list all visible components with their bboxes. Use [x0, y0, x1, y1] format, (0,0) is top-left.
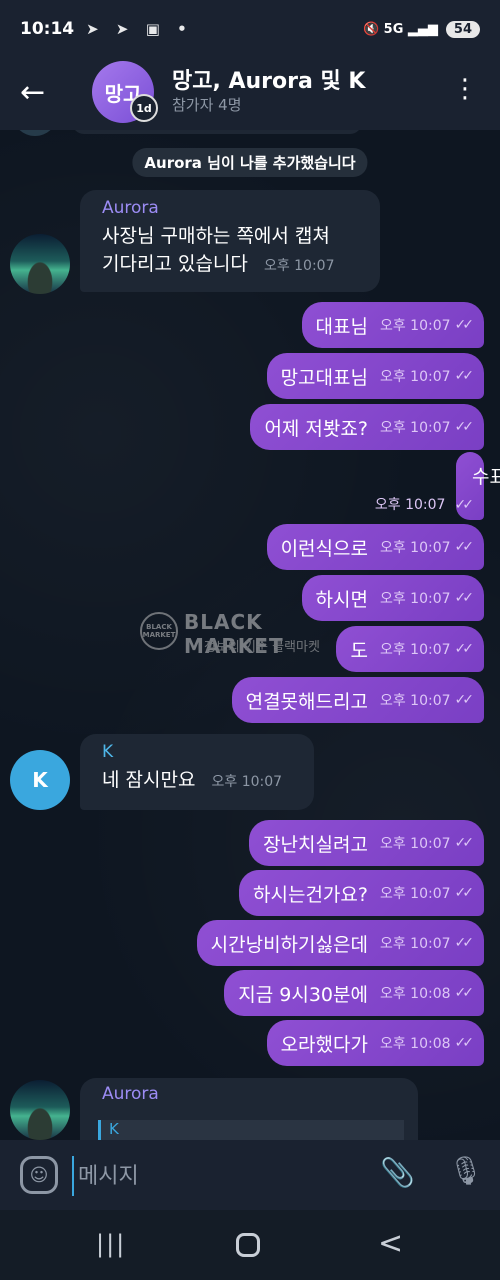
message-time: 오후 10:07 — [379, 591, 451, 607]
status-right: 🔇 5G ▂▄▆ 54 — [362, 20, 480, 38]
message-time: 오후 10:08 — [379, 986, 451, 1002]
outgoing-message[interactable]: 수표부터 뭐하나 연결해드릴려해도 오후 10:07 ✓✓ — [375, 452, 500, 520]
read-checks-icon: ✓✓ — [454, 1035, 475, 1051]
read-checks-icon: ✓✓ — [454, 935, 475, 951]
message-text: 연결못해드리고 — [245, 690, 368, 713]
message-text: 어제 저봣죠? — [264, 417, 368, 440]
message-text: 지금 9시30분에 — [238, 983, 368, 1006]
read-checks-icon: ✓✓ — [454, 985, 475, 1001]
status-time: 10:14 — [20, 19, 75, 39]
sender-name: Aurora — [102, 198, 159, 218]
message-text: 이런식으로 — [280, 537, 368, 560]
message-time: 오후 10:07 — [379, 420, 451, 436]
system-nav-bar: ||| < — [0, 1210, 500, 1280]
outgoing-message[interactable]: 오라했다가 오후 10:08 ✓✓ — [266, 1020, 484, 1066]
participant-count: 참가자 4명 — [172, 96, 242, 114]
outgoing-message[interactable]: 시간낭비하기싫은데 오후 10:07 ✓✓ — [196, 920, 484, 966]
outgoing-message[interactable]: 지금 9시30분에 오후 10:08 ✓✓ — [224, 970, 484, 1016]
read-checks-icon: ✓✓ — [454, 692, 475, 708]
read-checks-icon: ✓✓ — [454, 835, 475, 851]
sender-name: K — [102, 742, 114, 762]
message-time: 오후 10:07 — [263, 258, 335, 274]
outgoing-message[interactable]: 대표님 오후 10:07 ✓✓ — [301, 302, 484, 348]
read-checks-icon: ✓✓ — [454, 317, 475, 333]
watermark: BLACK MARKET BLACK MARKET 정보의 기준 블랙마켓 — [140, 610, 370, 660]
back-arrow-icon[interactable]: ← — [20, 76, 60, 112]
outgoing-message[interactable]: 이런식으로 오후 10:07 ✓✓ — [266, 524, 484, 570]
message-time: 오후 10:07 — [379, 936, 451, 952]
attach-icon[interactable]: 📎 — [380, 1156, 415, 1189]
incoming-message-partial[interactable]: Aurora K — [80, 1078, 418, 1140]
read-checks-icon: ✓✓ — [454, 590, 475, 606]
service-message: Aurora 님이 나를 추가했습니다 — [132, 148, 368, 177]
message-time: 오후 10:07 — [379, 318, 451, 334]
k-avatar[interactable]: K — [10, 750, 70, 810]
message-text: 네 잠시만요 오후 10:07 — [102, 766, 300, 796]
read-checks-icon: ✓✓ — [454, 419, 475, 435]
emoji-sticker-icon[interactable]: ☺ — [20, 1156, 58, 1194]
signal-icons: 🔇 5G ▂▄▆ — [362, 21, 438, 37]
message-list[interactable]: Aurora 님이 나를 추가했습니다 Aurora 사장님 구매하는 쪽에서 … — [0, 130, 500, 1140]
outgoing-message[interactable]: 망고대표님 오후 10:07 ✓✓ — [266, 353, 484, 399]
watermark-subtitle: 정보의 기준 블랙마켓 — [204, 640, 320, 655]
message-line: 기다리고 있습니다 — [102, 253, 248, 275]
sender-name: Aurora — [102, 1084, 159, 1104]
status-bar: 10:14 ➤ ➤ ▣ • 🔇 5G ▂▄▆ 54 — [0, 0, 500, 58]
message-text: 망고대표님 — [280, 366, 368, 389]
outgoing-message[interactable]: 어제 저봣죠? 오후 10:07 ✓✓ — [250, 404, 484, 450]
message-text: 하시면 — [315, 588, 368, 611]
message-input-bar: ☺ 📎 🎙 — [0, 1140, 500, 1210]
watermark-logo: BLACK MARKET — [140, 612, 178, 650]
system-back-icon[interactable]: < — [378, 1226, 403, 1261]
message-time: 오후 10:07 — [374, 497, 446, 513]
read-checks-icon: ✓✓ — [454, 539, 475, 555]
message-text: 수표부터 뭐하나 연결해드릴려해도 — [472, 466, 500, 488]
reply-preview[interactable]: K — [98, 1120, 404, 1140]
aurora-avatar[interactable] — [10, 1080, 70, 1140]
message-line: 네 잠시만요 — [102, 769, 196, 791]
message-text: 하시는건가요? — [253, 883, 368, 906]
outgoing-message[interactable]: 장난치실려고 오후 10:07 ✓✓ — [249, 820, 484, 866]
message-time: 오후 10:07 — [379, 369, 451, 385]
microphone-icon[interactable]: 🎙 — [448, 1154, 484, 1187]
auto-delete-timer-badge: 1d — [130, 94, 158, 122]
incoming-message[interactable]: Aurora 사장님 구매하는 쪽에서 캡쳐 기다리고 있습니다 오후 10:0… — [80, 190, 380, 292]
message-time: 오후 10:07 — [211, 774, 283, 790]
message-text: 대표님 — [315, 315, 368, 338]
message-bubble-partial — [72, 130, 362, 134]
outgoing-message[interactable]: 연결못해드리고 오후 10:07 ✓✓ — [231, 677, 484, 723]
message-time: 오후 10:07 — [379, 836, 451, 852]
message-time: 오후 10:07 — [379, 540, 451, 556]
avatar — [12, 130, 58, 136]
message-text: 사장님 구매하는 쪽에서 캡쳐 기다리고 있습니다 오후 10:07 — [102, 222, 366, 280]
incoming-message[interactable]: K 네 잠시만요 오후 10:07 — [80, 734, 314, 810]
recent-apps-icon[interactable]: ||| — [96, 1230, 126, 1258]
message-input[interactable] — [72, 1156, 370, 1196]
home-icon[interactable] — [236, 1233, 260, 1257]
chat-title[interactable]: 망고, Aurora 및 K — [172, 63, 365, 95]
read-checks-icon: ✓✓ — [454, 885, 475, 901]
message-time: 오후 10:07 — [379, 642, 451, 658]
read-checks-icon: ✓✓ — [454, 497, 475, 513]
aurora-avatar[interactable] — [10, 234, 70, 294]
outgoing-message[interactable]: 하시는건가요? 오후 10:07 ✓✓ — [239, 870, 484, 916]
message-text: 오라했다가 — [280, 1033, 368, 1056]
message-text: 시간낭비하기싫은데 — [210, 933, 368, 956]
chat-header: ← 망고 1d 망고, Aurora 및 K 참가자 4명 ⋮ — [0, 58, 500, 130]
message-time: 오후 10:07 — [379, 886, 451, 902]
read-checks-icon: ✓✓ — [454, 368, 475, 384]
message-text: 장난치실려고 — [263, 833, 368, 856]
message-time: 오후 10:08 — [379, 1036, 451, 1052]
read-checks-icon: ✓✓ — [454, 641, 475, 657]
message-line: 사장님 구매하는 쪽에서 캡쳐 — [102, 225, 330, 247]
more-menu-icon[interactable]: ⋮ — [452, 74, 478, 104]
message-time: 오후 10:07 — [379, 693, 451, 709]
notification-icons: ➤ ➤ ▣ • — [86, 20, 193, 38]
battery-icon: 54 — [445, 20, 480, 38]
